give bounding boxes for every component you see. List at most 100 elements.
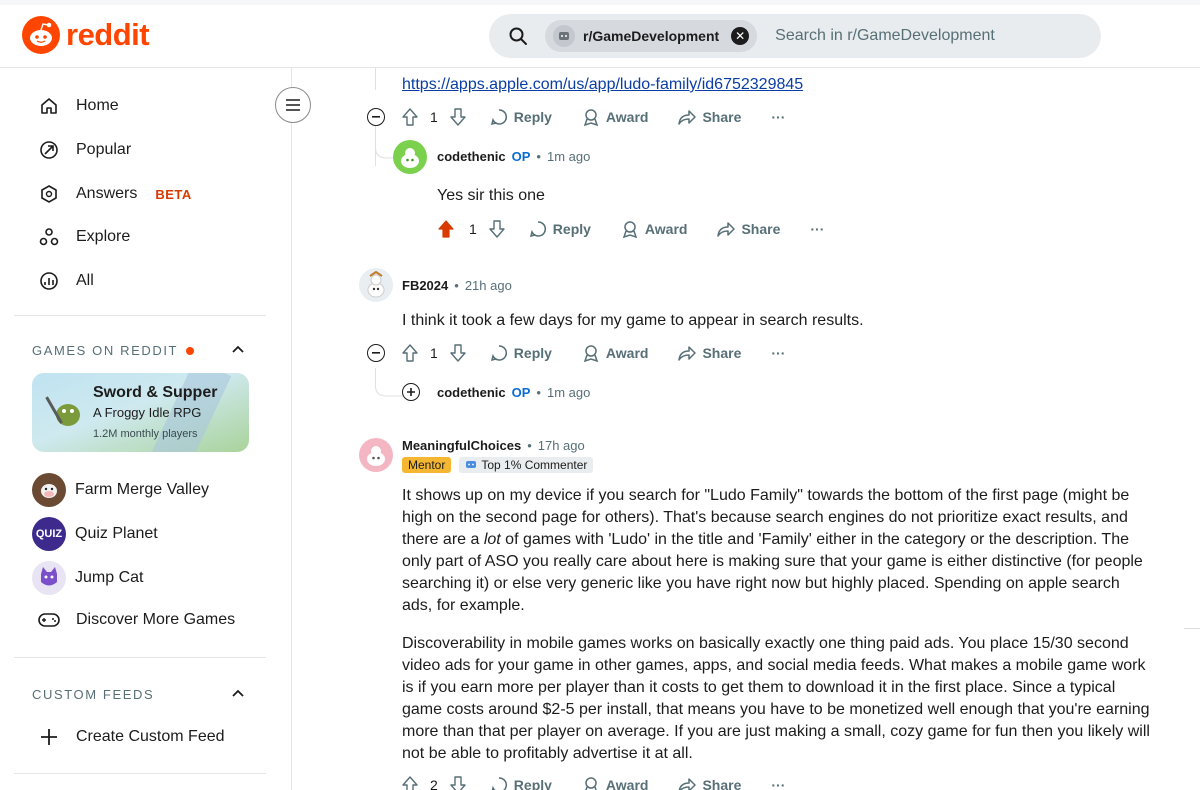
app-store-link[interactable]: https://apps.apple.com/us/app/ludo-famil… bbox=[402, 76, 803, 94]
paragraph-text: of games with 'Ludo' in the title and 'F… bbox=[402, 531, 1143, 614]
award-button[interactable]: Award bbox=[582, 344, 649, 362]
upvote-icon[interactable] bbox=[402, 108, 418, 126]
nav-answers[interactable]: Answers BETA bbox=[38, 183, 192, 205]
reddit-snoo-icon bbox=[22, 16, 60, 54]
discover-more-games[interactable]: Discover More Games bbox=[38, 609, 235, 631]
user-badges: Mentor Top 1% Commenter bbox=[402, 457, 594, 473]
downvote-icon[interactable] bbox=[450, 108, 466, 126]
award-label: Award bbox=[605, 345, 649, 361]
create-custom-feed-label: Create Custom Feed bbox=[76, 728, 225, 745]
nav-home[interactable]: Home bbox=[38, 95, 119, 117]
gamepad-icon bbox=[38, 609, 60, 631]
plus-icon bbox=[38, 726, 60, 748]
author-name[interactable]: codethenic bbox=[437, 149, 506, 164]
upvote-icon[interactable] bbox=[402, 344, 418, 362]
avatar[interactable] bbox=[359, 268, 393, 302]
vote-count: 1 bbox=[430, 109, 438, 125]
nav-all-label: All bbox=[76, 272, 94, 289]
custom-feeds-label: CUSTOM FEEDS bbox=[32, 687, 155, 702]
game-label: Quiz Planet bbox=[75, 525, 158, 542]
share-button[interactable]: Share bbox=[678, 108, 741, 126]
game-jump-cat[interactable]: Jump Cat bbox=[32, 561, 143, 595]
share-icon bbox=[678, 110, 697, 125]
comment-actions: 2 Reply Award Share ··· bbox=[402, 776, 785, 790]
author-name[interactable]: FB2024 bbox=[402, 278, 448, 293]
reply-label: Reply bbox=[513, 345, 552, 361]
chevron-up-icon[interactable] bbox=[230, 341, 246, 357]
chevron-up-icon[interactable] bbox=[230, 685, 246, 701]
nav-popular[interactable]: Popular bbox=[38, 139, 131, 161]
sidebar-divider bbox=[14, 657, 266, 658]
vote-count: 1 bbox=[430, 345, 438, 361]
nav-all[interactable]: All bbox=[38, 270, 94, 292]
collapse-comment-button[interactable] bbox=[367, 344, 385, 362]
nav-explore[interactable]: Explore bbox=[38, 226, 130, 248]
separator-dot: • bbox=[536, 149, 541, 164]
menu-icon bbox=[286, 99, 300, 111]
remove-filter-icon[interactable]: ✕ bbox=[731, 27, 750, 45]
featured-game-players: 1.2M monthly players bbox=[93, 428, 198, 440]
avatar[interactable] bbox=[393, 140, 427, 174]
downvote-icon[interactable] bbox=[450, 776, 466, 790]
game-farm-merge-valley[interactable]: Farm Merge Valley bbox=[32, 473, 209, 507]
scroll-edge bbox=[1184, 628, 1200, 629]
quiz-icon: QUIZ bbox=[32, 517, 66, 551]
top-commenter-label: Top 1% Commenter bbox=[481, 458, 588, 472]
downvote-icon[interactable] bbox=[489, 220, 505, 238]
reply-button[interactable]: Reply bbox=[490, 776, 552, 790]
share-button[interactable]: Share bbox=[678, 776, 741, 790]
subreddit-filter-chip[interactable]: r/GameDevelopment ✕ bbox=[545, 20, 758, 52]
thread-line bbox=[375, 68, 376, 90]
reply-button[interactable]: Reply bbox=[490, 108, 552, 126]
author-name[interactable]: MeaningfulChoices bbox=[402, 438, 521, 453]
award-button[interactable]: Award bbox=[582, 108, 648, 126]
comment-thread: https://apps.apple.com/us/app/ludo-famil… bbox=[293, 68, 1200, 790]
reply-button[interactable]: Reply bbox=[490, 344, 552, 362]
more-options-icon[interactable]: ··· bbox=[810, 221, 824, 237]
award-icon bbox=[585, 777, 597, 790]
nav-answers-label: Answers bbox=[76, 185, 138, 202]
comment-time[interactable]: 21h ago bbox=[465, 278, 512, 293]
sidebar-toggle-button[interactable] bbox=[275, 87, 311, 123]
comment-actions: 1 Reply Award Share ··· bbox=[402, 344, 785, 362]
op-badge: OP bbox=[511, 149, 531, 164]
more-options-icon[interactable]: ··· bbox=[771, 777, 785, 790]
comment-time[interactable]: 1m ago bbox=[547, 149, 590, 164]
upvote-icon[interactable] bbox=[402, 776, 418, 790]
author-name[interactable]: codethenic bbox=[437, 385, 506, 400]
avatar[interactable] bbox=[359, 438, 393, 472]
comment-time[interactable]: 1m ago bbox=[547, 385, 590, 400]
share-button[interactable]: Share bbox=[678, 344, 741, 362]
comment-body-paragraph: It shows up on my device if you search f… bbox=[402, 485, 1154, 617]
upvote-active-icon[interactable] bbox=[437, 220, 455, 238]
share-button[interactable]: Share bbox=[717, 220, 780, 238]
home-icon bbox=[38, 95, 60, 117]
collapse-comment-button[interactable] bbox=[367, 108, 385, 126]
more-options-icon[interactable]: ··· bbox=[771, 109, 785, 125]
award-button[interactable]: Award bbox=[582, 776, 648, 790]
create-custom-feed[interactable]: Create Custom Feed bbox=[38, 726, 225, 748]
downvote-icon[interactable] bbox=[450, 344, 466, 362]
search-bar[interactable]: r/GameDevelopment ✕ Search in r/GameDeve… bbox=[489, 14, 1101, 58]
comment-time[interactable]: 17h ago bbox=[538, 438, 585, 453]
expand-comment-button[interactable] bbox=[402, 383, 420, 401]
cat-icon bbox=[32, 561, 66, 595]
comment-meta: codethenic OP • 1m ago bbox=[437, 385, 590, 400]
more-options-icon[interactable]: ··· bbox=[771, 345, 785, 361]
reply-button[interactable]: Reply bbox=[529, 220, 591, 238]
share-label: Share bbox=[702, 345, 742, 361]
search-input[interactable]: Search in r/GameDevelopment bbox=[775, 27, 995, 45]
game-quiz-planet[interactable]: QUIZ Quiz Planet bbox=[32, 517, 158, 551]
reply-label: Reply bbox=[513, 109, 552, 125]
share-label: Share bbox=[741, 221, 781, 237]
award-button[interactable]: Award bbox=[621, 220, 687, 238]
all-icon bbox=[38, 270, 60, 292]
top-commenter-badge: Top 1% Commenter bbox=[459, 457, 594, 473]
separator-dot: • bbox=[454, 278, 459, 293]
reddit-logo[interactable]: reddit bbox=[22, 16, 150, 54]
custom-feeds-title[interactable]: CUSTOM FEEDS bbox=[32, 687, 154, 702]
featured-game-card[interactable]: Sword & Supper A Froggy Idle RPG 1.2M mo… bbox=[32, 373, 249, 452]
op-badge: OP bbox=[511, 385, 531, 400]
featured-game-subtitle: A Froggy Idle RPG bbox=[93, 405, 202, 420]
games-section-title[interactable]: GAMES ON REDDIT bbox=[32, 343, 195, 358]
